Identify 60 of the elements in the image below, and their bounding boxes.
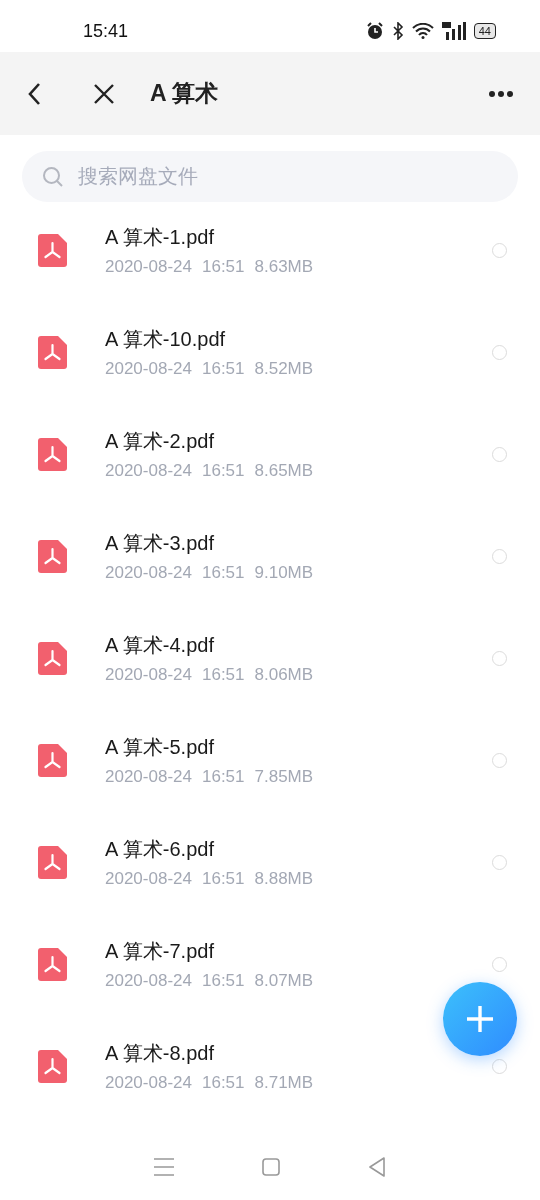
file-date: 2020-08-24: [105, 460, 192, 481]
file-size: 8.71MB: [254, 1072, 314, 1093]
file-size: 8.65MB: [254, 460, 314, 481]
file-name: A 算术-4.pdf: [105, 632, 215, 658]
pdf-file-icon: [38, 437, 67, 471]
file-time: 16:51: [201, 358, 245, 379]
file-size: 8.06MB: [254, 664, 314, 685]
file-size: 7.85MB: [254, 766, 314, 787]
file-date: 2020-08-24: [105, 766, 192, 787]
file-name: A 算术-1.pdf: [105, 224, 215, 250]
file-time: 16:51: [201, 256, 245, 277]
file-date: 2020-08-24: [105, 664, 192, 685]
file-date: 2020-08-24: [105, 1072, 192, 1093]
clock-time: 15:41: [83, 19, 129, 42]
file-time: 16:51: [201, 562, 245, 583]
search-field[interactable]: 搜索网盘文件: [22, 151, 518, 202]
file-date: 2020-08-24: [105, 868, 192, 889]
back-icon[interactable]: [368, 1157, 386, 1177]
file-date: 2020-08-24: [105, 358, 192, 379]
file-time: 16:51: [201, 766, 245, 787]
file-name: A 算术-8.pdf: [105, 1040, 215, 1066]
wifi-icon: [411, 23, 434, 39]
alarm-icon: [365, 22, 384, 40]
file-name: A 算术-6.pdf: [105, 836, 215, 862]
file-name: A 算术-3.pdf: [105, 530, 215, 556]
file-size: 8.88MB: [254, 868, 314, 889]
pdf-file-icon: [38, 335, 67, 369]
add-button[interactable]: [443, 982, 517, 1056]
file-name: A 算术-10.pdf: [105, 326, 227, 352]
file-size: 8.07MB: [254, 970, 314, 991]
pdf-file-icon: [38, 845, 67, 879]
file-name: A 算术-2.pdf: [105, 428, 215, 454]
signal-icon: [441, 22, 466, 40]
file-time: 16:51: [201, 1072, 245, 1093]
close-button[interactable]: [92, 81, 116, 106]
file-time: 16:51: [201, 460, 245, 481]
pdf-file-icon: [38, 1049, 67, 1083]
file-time: 16:51: [201, 970, 245, 991]
pdf-file-icon: [38, 233, 67, 267]
pdf-file-icon: [38, 947, 67, 981]
folder-title: A 算术: [150, 79, 219, 108]
file-size: 8.63MB: [254, 256, 314, 277]
file-size: 9.10MB: [254, 562, 314, 583]
pdf-file-icon: [38, 641, 67, 675]
file-name: A 算术-5.pdf: [105, 734, 215, 760]
pdf-file-icon: [38, 539, 67, 573]
bluetooth-icon: [391, 22, 404, 40]
battery-icon: 44: [473, 23, 496, 39]
file-time: 16:51: [201, 868, 245, 889]
file-date: 2020-08-24: [105, 970, 192, 991]
file-time: 16:51: [201, 664, 245, 685]
file-name: A 算术-7.pdf: [105, 938, 215, 964]
more-button[interactable]: [488, 89, 514, 98]
plus-icon: [465, 1004, 495, 1034]
file-size: 8.52MB: [254, 358, 314, 379]
file-date: 2020-08-24: [105, 256, 192, 277]
menu-icon[interactable]: [154, 1158, 174, 1176]
pdf-file-icon: [38, 743, 67, 777]
home-icon[interactable]: [262, 1158, 280, 1176]
file-date: 2020-08-24: [105, 562, 192, 583]
